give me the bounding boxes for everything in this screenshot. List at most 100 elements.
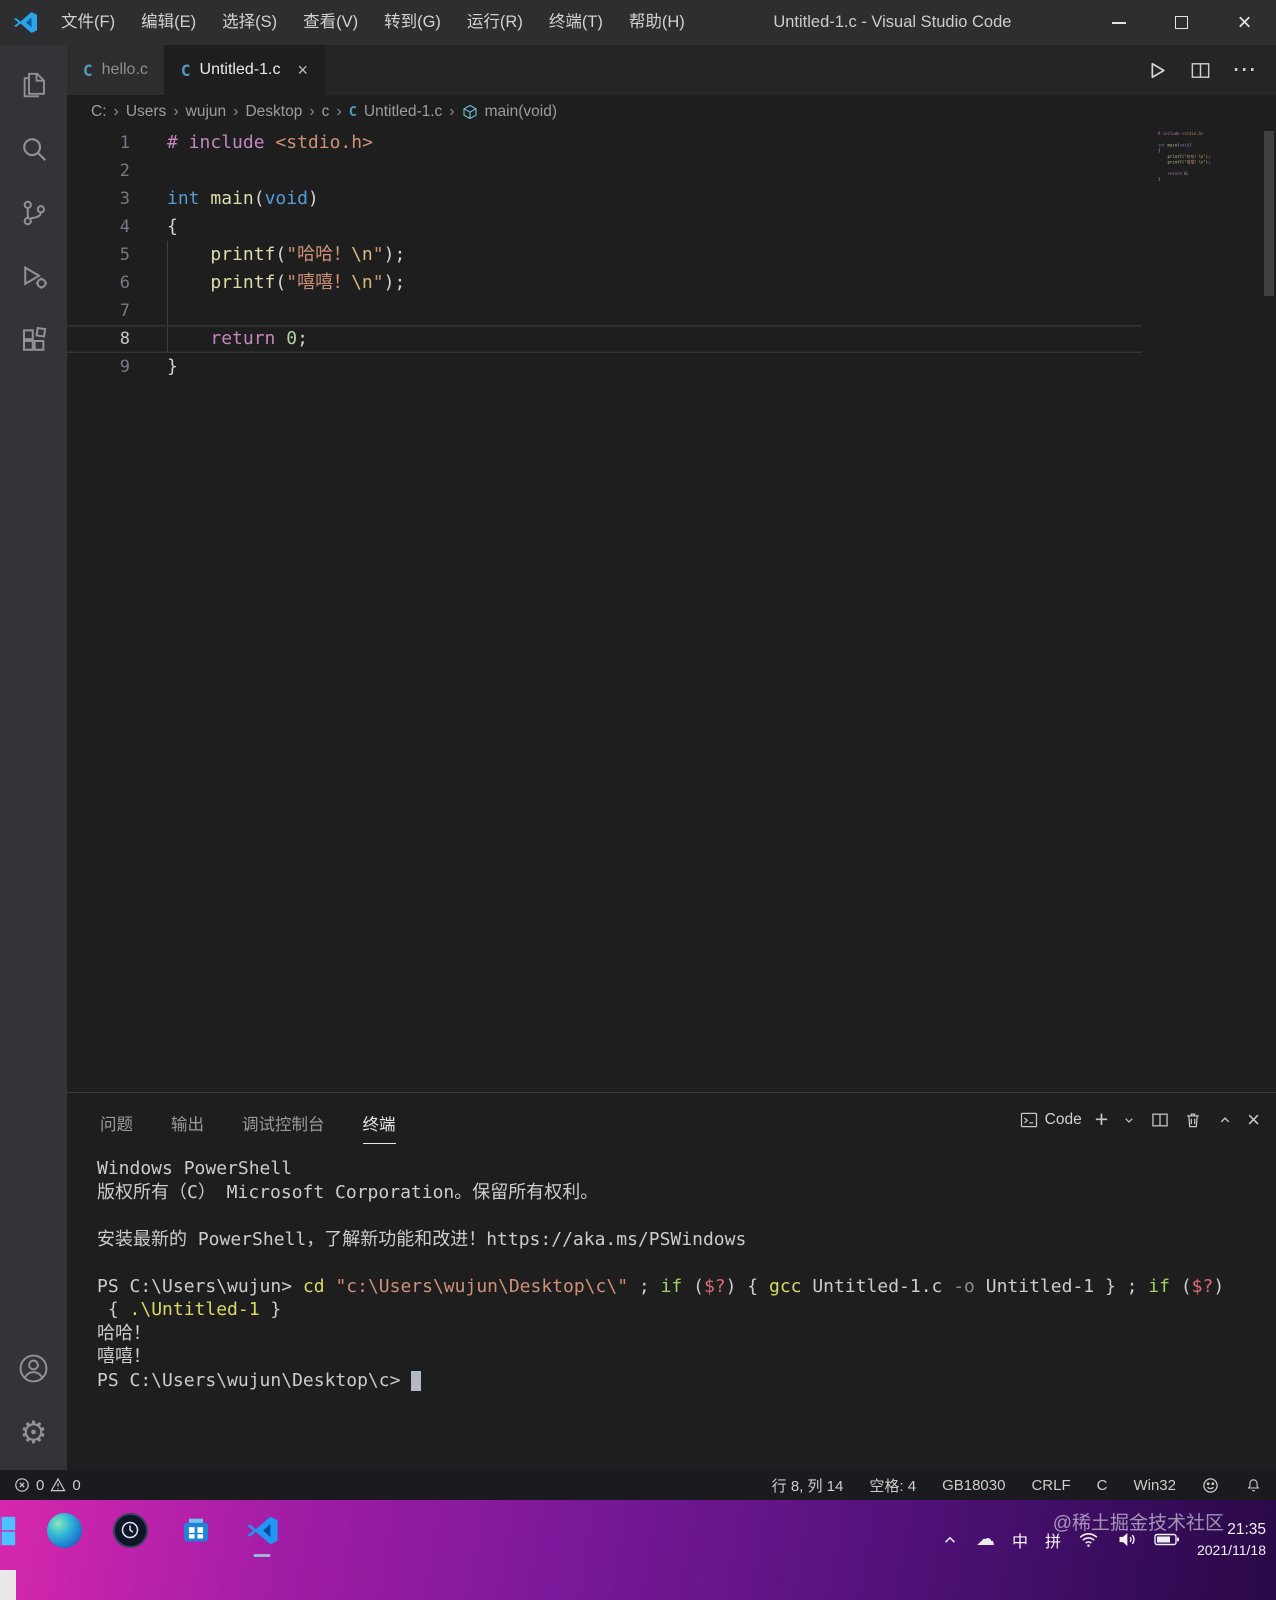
encoding-status[interactable]: GB18030	[942, 1477, 1005, 1494]
line-number: 9	[119, 357, 130, 377]
explorer-button[interactable]	[0, 53, 67, 117]
git-branch-icon	[23, 200, 45, 226]
language-status[interactable]: C	[1097, 1477, 1108, 1494]
warning-icon	[50, 1477, 66, 1492]
panel-tab-problems[interactable]: 问题	[100, 1097, 133, 1144]
clock-app-button[interactable]	[112, 1512, 148, 1548]
code-line-6[interactable]: 6 printf("嘻嘻！\n");	[67, 269, 1142, 297]
terminal-line: 版权所有（C） Microsoft Corporation。保留所有权利。	[97, 1181, 599, 1203]
close-tab-icon[interactable]	[297, 61, 308, 79]
vscode-app-button[interactable]	[244, 1512, 280, 1557]
run-file-button[interactable]	[1144, 58, 1169, 83]
source-control-button[interactable]	[0, 181, 67, 245]
wifi-icon[interactable]	[1078, 1529, 1099, 1550]
settings-button[interactable]	[0, 1400, 67, 1464]
eol-status[interactable]: CRLF	[1031, 1477, 1070, 1494]
breadcrumb-symbol[interactable]: main(void)	[485, 103, 557, 121]
code-line-1[interactable]: 1 # include <stdio.h>	[67, 129, 1142, 157]
menu-selection[interactable]: 选择(S)	[209, 0, 290, 45]
maximize-panel-button[interactable]	[1216, 1111, 1234, 1129]
edge-icon	[46, 1512, 82, 1548]
store-app-button[interactable]	[178, 1512, 214, 1548]
ime-mode-indicator[interactable]: 拼	[1045, 1528, 1061, 1552]
menu-file[interactable]: 文件(F)	[48, 0, 128, 45]
breadcrumb-drive[interactable]: C:	[91, 103, 107, 121]
split-terminal-button[interactable]	[1150, 1110, 1170, 1130]
tab-untitled-1-c[interactable]: C Untitled-1.c	[164, 45, 325, 95]
code-line-7[interactable]: 7	[67, 297, 1142, 325]
tab-hello-c[interactable]: C hello.c	[67, 45, 165, 95]
line-number: 1	[119, 133, 130, 153]
split-editor-button[interactable]	[1189, 59, 1212, 82]
panel-tab-terminal[interactable]: 终端	[362, 1097, 396, 1144]
run-debug-icon	[23, 265, 47, 289]
cursor-position-status[interactable]: 行 8, 列 14	[772, 1475, 844, 1496]
tray-chevron-up-icon[interactable]	[941, 1531, 959, 1549]
minimize-button[interactable]	[1087, 0, 1150, 45]
terminal-line: 哈哈！	[97, 1322, 151, 1344]
terminal-line: 安装最新的 PowerShell，了解新功能和改进！https://aka.ms…	[97, 1228, 747, 1250]
editor-scrollbar[interactable]	[1264, 131, 1274, 296]
close-panel-button[interactable]	[1247, 1109, 1260, 1132]
minimap[interactable]: # include <stdio.h> int main(void){ prin…	[1158, 131, 1250, 201]
menu-go[interactable]: 转到(G)	[371, 0, 454, 45]
volume-icon[interactable]	[1116, 1529, 1137, 1550]
start-button-fragment[interactable]	[0, 1514, 18, 1548]
search-icon	[22, 138, 46, 162]
terminal-dropdown-chevron[interactable]	[1121, 1112, 1137, 1128]
terminal-profile-selector[interactable]: Code	[1019, 1110, 1082, 1130]
code-line-3[interactable]: 3 int main(void)	[67, 185, 1142, 213]
code-editor[interactable]: 1 # include <stdio.h> 2 3 int main(void) 4{5…	[67, 129, 1276, 1092]
code-line-5[interactable]: 5 printf("哈哈！\n");	[67, 241, 1142, 269]
chevron-right-icon	[309, 103, 314, 121]
vscode-taskbar-icon	[246, 1516, 278, 1544]
terminal-line: 嘻嘻！	[97, 1346, 151, 1367]
menu-view[interactable]: 查看(V)	[290, 0, 371, 45]
menu-terminal[interactable]: 终端(T)	[536, 0, 616, 45]
breadcrumb-users[interactable]: Users	[126, 103, 166, 121]
panel-tab-output[interactable]: 输出	[171, 1097, 204, 1144]
problems-indicator[interactable]: 0 0	[14, 1477, 81, 1494]
close-button[interactable]	[1213, 0, 1276, 45]
feedback-smiley-icon[interactable]	[1202, 1477, 1219, 1494]
panel-tab-debug-console[interactable]: 调试控制台	[242, 1097, 325, 1144]
onedrive-cloud-icon[interactable]	[976, 1528, 995, 1551]
edge-app-button[interactable]	[46, 1512, 82, 1548]
breadcrumb-wujun[interactable]: wujun	[186, 103, 227, 121]
new-terminal-button[interactable]	[1095, 1108, 1108, 1132]
more-actions-button[interactable]	[1232, 58, 1256, 82]
store-icon	[183, 1518, 209, 1542]
menu-run[interactable]: 运行(R)	[454, 0, 536, 45]
menu-edit[interactable]: 编辑(E)	[128, 0, 209, 45]
run-debug-button[interactable]	[0, 245, 67, 309]
indentation-status[interactable]: 空格: 4	[869, 1475, 916, 1496]
breadcrumb-file[interactable]: Untitled-1.c	[364, 103, 442, 121]
code-line-9[interactable]: 9}	[67, 353, 1142, 381]
notifications-bell-icon[interactable]	[1245, 1477, 1262, 1494]
code-line-2[interactable]: 2	[67, 157, 1142, 185]
maximize-button[interactable]	[1150, 0, 1213, 45]
breadcrumb-desktop[interactable]: Desktop	[245, 103, 302, 121]
account-button[interactable]	[0, 1336, 67, 1400]
line-number: 8	[119, 329, 130, 349]
code-area[interactable]: 1 # include <stdio.h> 2 3 int main(void) 4{5…	[67, 129, 1142, 381]
terminal-output[interactable]: Windows PowerShell 版权所有（C） Microsoft Corp…	[67, 1147, 1276, 1470]
chevron-right-icon	[336, 103, 341, 121]
extensions-button[interactable]	[0, 309, 67, 373]
ime-language-indicator[interactable]: 中	[1012, 1528, 1028, 1552]
search-button[interactable]	[0, 117, 67, 181]
battery-icon[interactable]	[1154, 1532, 1180, 1547]
windows-taskbar: @稀土掘金技术社区 中 拼 21:35 2021/11/18	[0, 1500, 1276, 1600]
code-line-8[interactable]: 8 return 0;	[67, 325, 1142, 353]
platform-status[interactable]: Win32	[1133, 1477, 1176, 1494]
breadcrumb-c-folder[interactable]: c	[322, 103, 330, 121]
terminal-shell-label: Code	[1044, 1111, 1082, 1128]
taskbar-clock[interactable]: 21:35 2021/11/18	[1197, 1520, 1266, 1560]
code-line-4[interactable]: 4{	[67, 213, 1142, 241]
kill-terminal-button[interactable]	[1183, 1110, 1203, 1130]
close-icon	[1237, 11, 1251, 35]
menu-help[interactable]: 帮助(H)	[616, 0, 698, 45]
panel-header: 问题 输出 调试控制台 终端 Code	[67, 1093, 1276, 1147]
titlebar: 文件(F) 编辑(E) 选择(S) 查看(V) 转到(G) 运行(R) 终端(T…	[0, 0, 1276, 45]
